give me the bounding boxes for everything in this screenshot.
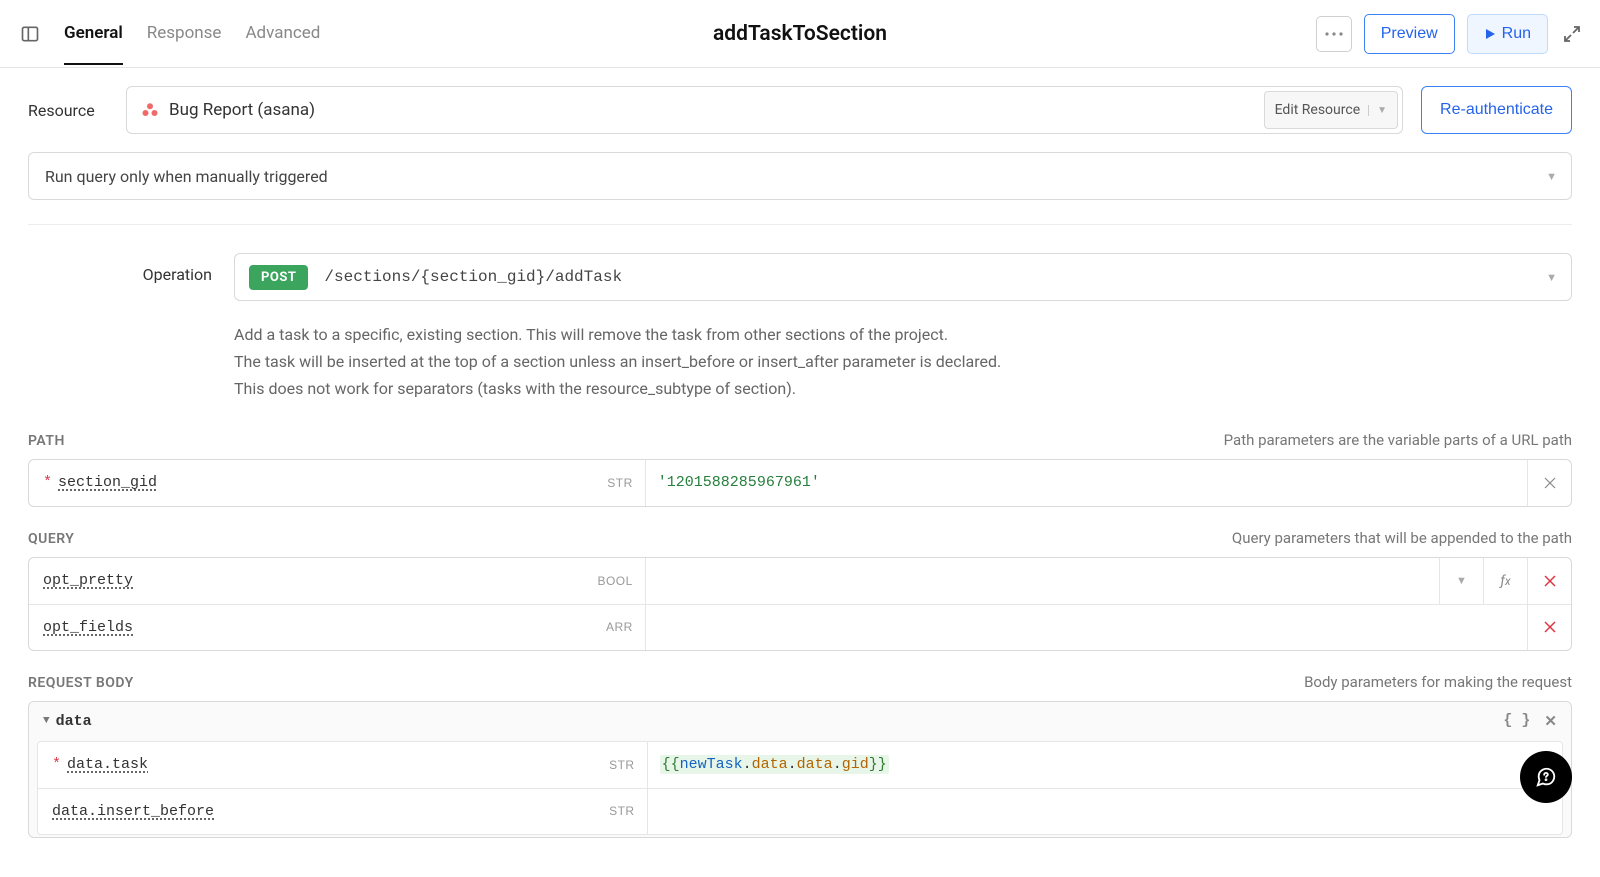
help-icon — [1535, 766, 1557, 788]
required-indicator: * — [43, 474, 52, 491]
trigger-select[interactable]: Run query only when manually triggered ▼ — [28, 152, 1572, 200]
help-button[interactable] — [1520, 751, 1572, 803]
path-params-table: * section_gid STR '1201588285967961' — [28, 459, 1572, 507]
run-button[interactable]: Run — [1467, 14, 1548, 54]
close-icon[interactable]: ✕ — [1544, 712, 1557, 731]
body-group-name: data — [56, 713, 92, 730]
reauthenticate-button[interactable]: Re-authenticate — [1421, 86, 1572, 134]
param-name: section_gid — [58, 474, 157, 491]
param-row: opt_pretty BOOL ▼ ƒx — [29, 558, 1571, 604]
content: Resource Bug Report (asana) Edit Resourc… — [0, 68, 1600, 877]
divider — [28, 224, 1572, 225]
body-container: ▼ data { } ✕ * data.task STR {{newTask.d… — [28, 701, 1572, 838]
param-name-cell[interactable]: * data.task STR — [38, 742, 648, 788]
close-icon — [1544, 477, 1556, 489]
param-value-input[interactable]: '1201588285967961' — [646, 460, 1527, 506]
param-row: * section_gid STR '1201588285967961' — [29, 460, 1571, 506]
param-type: ARR — [606, 620, 633, 634]
run-button-label: Run — [1502, 25, 1531, 43]
path-section-header: PATH Path parameters are the variable pa… — [28, 431, 1572, 449]
chevron-down-icon: ▼ — [1546, 271, 1557, 284]
operation-label: Operation — [28, 253, 212, 284]
http-method-badge: POST — [249, 265, 308, 290]
query-title: QUERY — [28, 531, 74, 547]
path-title: PATH — [28, 433, 65, 449]
param-name-cell[interactable]: opt_pretty BOOL — [29, 558, 646, 604]
param-type: BOOL — [597, 574, 632, 588]
param-name-cell[interactable]: opt_fields ARR — [29, 605, 646, 650]
top-bar: General Response Advanced addTaskToSecti… — [0, 0, 1600, 68]
edit-resource-label: Edit Resource — [1275, 102, 1361, 118]
path-hint: Path parameters are the variable parts o… — [1224, 431, 1572, 449]
tab-advanced[interactable]: Advanced — [245, 23, 320, 65]
param-type: STR — [609, 758, 635, 772]
param-name-cell[interactable]: * section_gid STR — [29, 460, 646, 506]
braces-icon[interactable]: { } — [1503, 712, 1530, 731]
asana-icon — [141, 101, 159, 119]
query-params-table: opt_pretty BOOL ▼ ƒx opt_fields ARR — [28, 557, 1572, 651]
body-title: REQUEST BODY — [28, 675, 134, 691]
param-value-input[interactable]: {{newTask.data.data.gid}} — [648, 742, 1518, 788]
fx-button[interactable]: ƒx — [1483, 558, 1527, 604]
param-value-input[interactable] — [646, 558, 1439, 604]
required-indicator: * — [52, 756, 61, 773]
resource-select[interactable]: Bug Report (asana) Edit Resource ▼ — [126, 86, 1403, 134]
resource-label: Resource — [28, 101, 108, 120]
body-inner-table: * data.task STR {{newTask.data.data.gid}… — [37, 741, 1563, 835]
query-hint: Query parameters that will be appended t… — [1232, 529, 1572, 547]
param-type: STR — [607, 476, 633, 490]
edit-resource-button[interactable]: Edit Resource ▼ — [1264, 91, 1398, 129]
chevron-down-icon: ▼ — [1546, 170, 1557, 183]
tabs: General Response Advanced — [64, 3, 320, 65]
param-name: data.task — [67, 756, 148, 773]
description-line: This does not work for separators (tasks… — [234, 375, 1572, 402]
body-section-header: REQUEST BODY Body parameters for making … — [28, 673, 1572, 691]
resource-name: Bug Report (asana) — [169, 100, 1264, 120]
tab-general[interactable]: General — [64, 23, 123, 65]
chevron-down-icon: ▼ — [1368, 105, 1387, 116]
clear-button[interactable] — [1527, 460, 1571, 506]
operation-row: Operation POST /sections/{section_gid}/a… — [28, 253, 1572, 301]
description-line: Add a task to a specific, existing secti… — [234, 321, 1572, 348]
param-name: opt_fields — [43, 619, 133, 636]
chevron-down-icon: ▼ — [43, 715, 50, 727]
body-hint: Body parameters for making the request — [1304, 673, 1572, 691]
page-title: addTaskToSection — [713, 22, 887, 46]
param-row: * data.task STR {{newTask.data.data.gid}… — [38, 742, 1562, 788]
param-row: opt_fields ARR — [29, 604, 1571, 650]
description-line: The task will be inserted at the top of … — [234, 348, 1572, 375]
param-name: opt_pretty — [43, 572, 133, 589]
preview-button[interactable]: Preview — [1364, 14, 1455, 54]
operation-path: /sections/{section_gid}/addTask — [324, 268, 622, 286]
trigger-text: Run query only when manually triggered — [45, 167, 328, 186]
body-group-header[interactable]: ▼ data { } ✕ — [29, 702, 1571, 741]
param-name: data.insert_before — [52, 803, 214, 820]
close-icon — [1544, 621, 1556, 633]
expand-icon[interactable] — [1564, 26, 1580, 42]
expression-token: {{newTask.data.data.gid}} — [660, 755, 889, 774]
operation-description: Add a task to a specific, existing secti… — [234, 321, 1572, 403]
remove-button[interactable] — [1527, 558, 1571, 604]
body-header-actions: { } ✕ — [1503, 712, 1557, 731]
topbar-actions: Preview Run — [1316, 14, 1580, 54]
param-type: STR — [609, 804, 635, 818]
query-section-header: QUERY Query parameters that will be appe… — [28, 529, 1572, 547]
param-value-input[interactable] — [646, 605, 1527, 650]
operation-select[interactable]: POST /sections/{section_gid}/addTask ▼ — [234, 253, 1572, 301]
dropdown-button[interactable]: ▼ — [1439, 558, 1483, 604]
tab-response[interactable]: Response — [147, 23, 222, 65]
more-button[interactable] — [1316, 16, 1352, 52]
close-icon — [1544, 575, 1556, 587]
resource-row: Resource Bug Report (asana) Edit Resourc… — [28, 86, 1572, 134]
ellipsis-icon — [1325, 32, 1343, 36]
remove-button[interactable] — [1527, 605, 1571, 650]
panel-toggle-icon[interactable] — [20, 24, 40, 44]
play-icon — [1484, 28, 1496, 40]
